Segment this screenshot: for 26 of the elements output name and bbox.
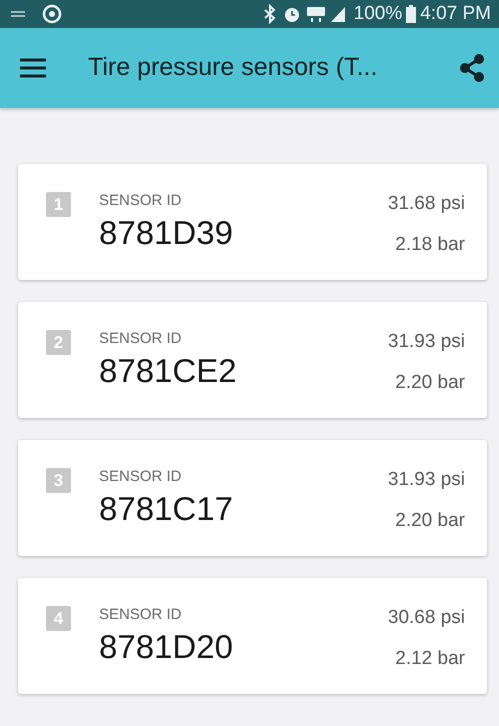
clock-time: 4:07 PM (420, 2, 491, 26)
signal-icon (330, 5, 346, 23)
sensor-id-label: SENSOR ID (99, 605, 183, 625)
battery-icon (406, 5, 416, 23)
share-icon[interactable] (459, 54, 485, 82)
pressure-psi: 31.93 psi (388, 330, 465, 354)
sensor-id-label: SENSOR ID (99, 191, 183, 211)
sensor-id: 8781CE2 (99, 352, 238, 389)
pressure-in-bars: 2.20 bar (395, 506, 465, 535)
notification-icon (10, 9, 26, 19)
pressure-psi: 31.93 psi (388, 468, 465, 492)
sensor-id: 8781D39 (99, 214, 234, 251)
sensor-id-label: SENSOR ID (99, 467, 183, 487)
sensor-id: 8781C17 (99, 490, 234, 527)
battery-percent: 100% (354, 2, 402, 26)
pressure-psi: 31.68 psi (388, 192, 465, 216)
pressure-in-bars: 2.20 bar (395, 368, 465, 397)
sensor-id: 8781D20 (99, 628, 234, 665)
screen-title: Tire pressure sensors (T... (88, 52, 378, 84)
menu-icon[interactable] (20, 58, 46, 78)
bluetooth-icon (262, 4, 278, 24)
app-notification-icon (42, 4, 62, 24)
pressure-psi: 30.68 psi (388, 606, 465, 630)
pressure-in-bars: 2.12 bar (395, 644, 465, 673)
pressure-in-bars: 2.18 bar (395, 230, 465, 259)
sensor-id-label: SENSOR ID (99, 329, 183, 349)
